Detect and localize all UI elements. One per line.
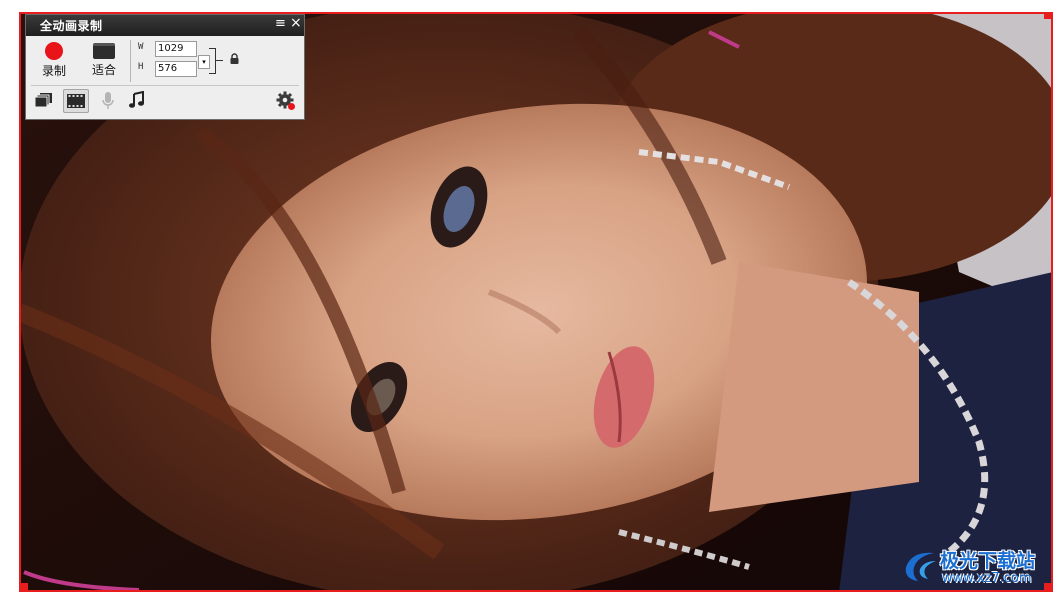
video-mode-icon [67,94,85,108]
toolbar-divider [130,40,131,82]
video-mode-button[interactable] [63,89,89,113]
watermark-logo-icon [905,552,936,581]
resize-handle-bottom-left[interactable] [21,583,28,590]
watermark-title: 极光下载站 [940,550,1036,572]
fit-window-icon [93,43,115,59]
record-button[interactable]: 录制 [38,42,70,79]
microphone-icon[interactable] [101,91,115,111]
aspect-link-line [215,60,223,61]
record-button-label: 录制 [41,64,66,78]
aspect-link-bracket [209,48,216,74]
watermark-url: www.xz7.com [942,571,1032,586]
width-label: W [138,42,144,52]
fit-button-label: 适合 [91,63,116,77]
music-icon[interactable] [129,91,145,109]
site-watermark: 极光下载站 www.xz7.com [900,545,1050,589]
screen: 全动画录制 ≡ × 录制 适合 W 1029 H 576 ▾ 极光下载站 www… [0,0,1057,597]
toolbar-title-bar[interactable]: 全动画录制 ≡ × [26,15,304,36]
height-input[interactable]: 576 [155,61,197,77]
toolbar-divider-horizontal [31,85,299,86]
record-icon [45,42,63,60]
menu-icon[interactable]: ≡ [275,16,286,31]
recording-toolbar: 全动画录制 ≡ × 录制 适合 W 1029 H 576 ▾ [25,14,305,120]
settings-icon[interactable] [276,91,296,111]
width-input[interactable]: 1029 [155,41,197,57]
lock-icon[interactable] [229,53,240,65]
height-label: H [138,62,144,72]
resize-handle-top-right[interactable] [1044,12,1051,19]
close-icon[interactable]: × [290,15,302,31]
toolbar-title: 全动画录制 [40,19,103,33]
fit-button[interactable]: 适合 [88,42,120,78]
windows-mode-icon[interactable] [34,91,54,109]
